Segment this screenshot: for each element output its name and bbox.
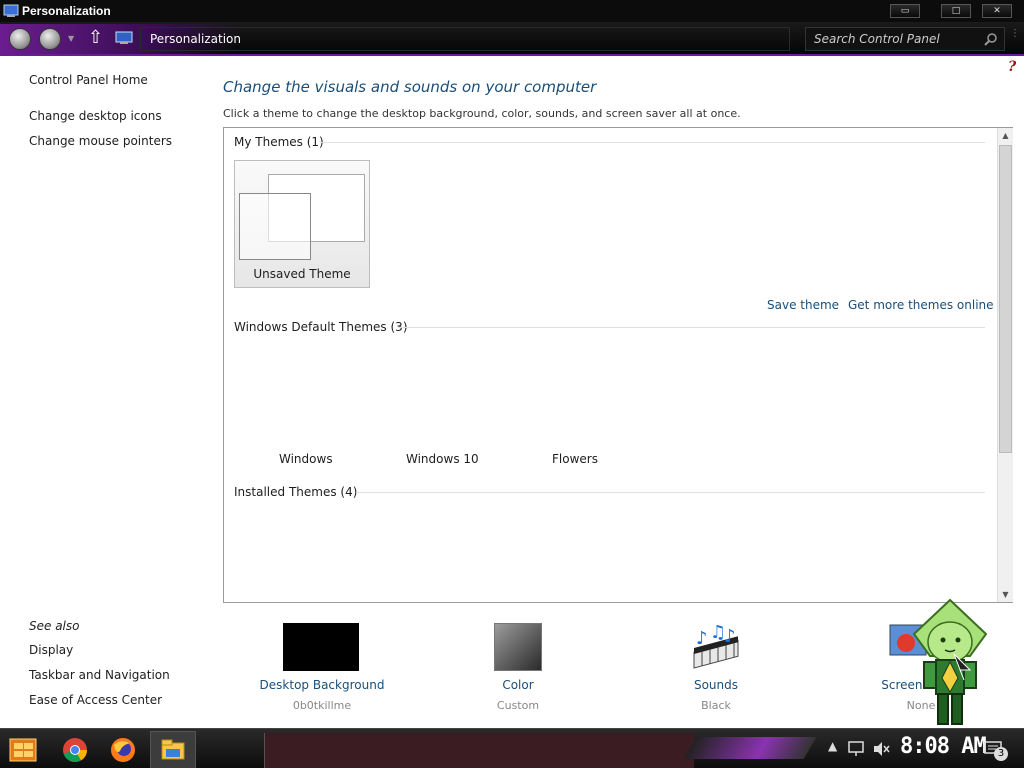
desktop-background-link[interactable]: Desktop Background [257, 678, 387, 692]
window-title: Personalization [22, 4, 111, 18]
recent-pages-dropdown-icon[interactable]: ▼ [68, 34, 74, 43]
minimize-button[interactable]: ▭ [890, 4, 920, 18]
theme-tile-unsaved[interactable]: Unsaved Theme [234, 160, 370, 288]
control-panel-icon [115, 31, 133, 44]
themes-list: My Themes (1) Unsaved Theme Save theme G… [223, 127, 1013, 603]
tray-expand-icon[interactable]: ▲ [828, 739, 837, 753]
default-themes-heading: Windows Default Themes (3) [234, 320, 408, 334]
change-desktop-icons-link[interactable]: Change desktop icons [29, 109, 162, 123]
clock[interactable]: 8:08 AM [900, 734, 987, 759]
color-preview [494, 623, 542, 671]
firefox-icon[interactable] [110, 737, 136, 763]
taskbar-navigation-link[interactable]: Taskbar and Navigation [29, 668, 170, 682]
desktop-background-preview [283, 623, 359, 671]
up-arrow-icon[interactable]: ⇧ [88, 29, 103, 47]
volume-icon[interactable] [872, 741, 890, 757]
theme-tile-windows-10[interactable]: Windows 10 [406, 452, 479, 466]
svg-text:♪: ♪ [696, 628, 708, 649]
taskbar: ▲ 8:08 AM 3 [0, 728, 1024, 768]
page-title: Change the visuals and sounds on your co… [223, 78, 597, 96]
start-icon[interactable] [8, 737, 38, 763]
theme-tile-windows[interactable]: Windows [279, 452, 333, 466]
chrome-icon[interactable] [62, 737, 88, 763]
character-sticker-image [912, 598, 988, 725]
search-input[interactable] [814, 31, 979, 47]
ease-of-access-link[interactable]: Ease of Access Center [29, 693, 162, 707]
file-explorer-icon[interactable] [160, 737, 186, 763]
installed-themes-heading: Installed Themes (4) [234, 485, 358, 499]
notification-icon[interactable]: 3 [984, 741, 1008, 761]
scroll-up-icon[interactable]: ▲ [998, 128, 1013, 143]
themes-scrollbar[interactable]: ▲ ▼ [997, 128, 1013, 602]
close-button[interactable]: ✕ [982, 4, 1012, 18]
sounds-icon: ♪ ♫ ♪ [693, 622, 739, 669]
theme-tile-flowers[interactable]: Flowers [552, 452, 598, 466]
page-description: Click a theme to change the desktop back… [223, 107, 741, 120]
group-divider [398, 327, 985, 328]
scroll-down-icon[interactable]: ▼ [998, 587, 1013, 602]
forward-button[interactable] [39, 28, 61, 50]
change-mouse-pointers-link[interactable]: Change mouse pointers [29, 134, 172, 148]
save-theme-link[interactable]: Save theme [767, 298, 839, 312]
desktop-background-value: 0b0tkillme [292, 699, 352, 712]
address-bar-grip-icon: ⋮ [1010, 28, 1020, 39]
control-panel-home-link[interactable]: Control Panel Home [29, 73, 148, 87]
display-link[interactable]: Display [29, 643, 73, 657]
get-more-themes-link[interactable]: Get more themes online [848, 298, 994, 312]
group-divider [320, 142, 985, 143]
group-divider [356, 492, 985, 493]
sounds-link[interactable]: Sounds [668, 678, 764, 692]
notification-count-badge: 3 [994, 747, 1008, 761]
breadcrumb[interactable]: Personalization [150, 32, 241, 46]
see-also-heading: See also [29, 619, 80, 633]
sounds-value: Black [701, 699, 731, 712]
personalization-app-icon [3, 4, 19, 17]
theme-preview-window [239, 193, 311, 260]
my-themes-heading: My Themes (1) [234, 135, 324, 149]
back-button[interactable] [9, 28, 31, 50]
scrollbar-thumb[interactable] [999, 145, 1012, 453]
theme-label: Unsaved Theme [253, 267, 351, 281]
search-icon[interactable] [984, 32, 998, 46]
color-value: Custom [496, 699, 540, 712]
address-bar: ▼ ⇧ Personalization ⋮ [0, 22, 1024, 56]
maximize-button[interactable]: □ [941, 4, 971, 18]
search-box[interactable] [805, 27, 1005, 51]
taskbar-accent [683, 737, 817, 759]
help-icon[interactable]: ? [1008, 59, 1016, 75]
color-link[interactable]: Color [470, 678, 566, 692]
svg-text:♪: ♪ [724, 626, 736, 647]
network-icon[interactable] [848, 741, 866, 757]
taskbar-empty-area [264, 733, 694, 768]
title-bar: Personalization ▭ □ ✕ [0, 0, 1024, 22]
